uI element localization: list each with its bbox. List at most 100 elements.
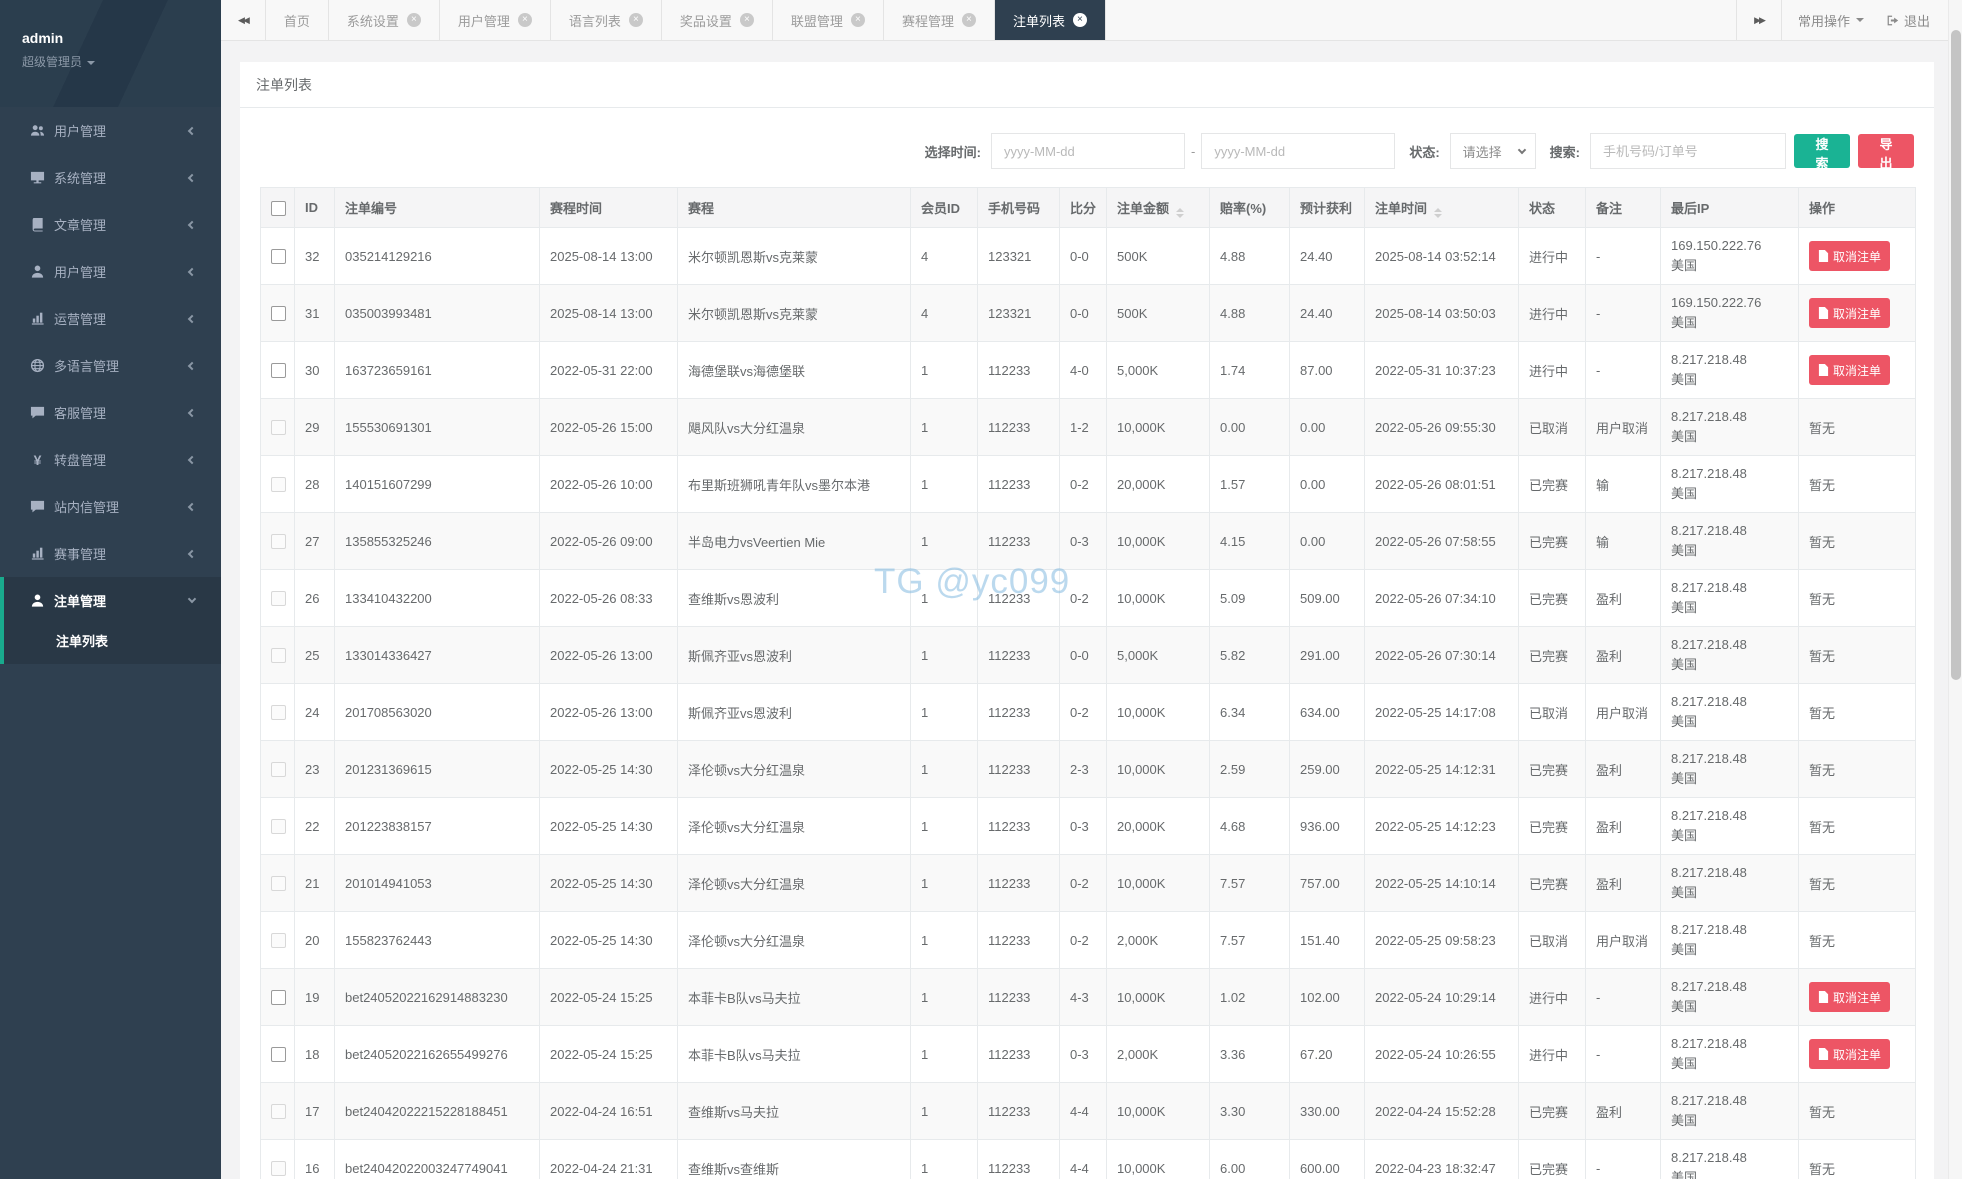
cell-order-time: 2022-05-25 14:10:14	[1365, 855, 1519, 912]
cell-score: 0-3	[1060, 1026, 1107, 1083]
column-header[interactable]: 注单金额	[1107, 188, 1210, 228]
ip-region: 美国	[1671, 1168, 1788, 1179]
sidebar-item-active[interactable]: 注单管理	[4, 577, 221, 624]
tab-item[interactable]: 系统设置×	[329, 0, 440, 40]
cell-id: 29	[295, 399, 335, 456]
sidebar-item[interactable]: ¥转盘管理	[0, 436, 221, 483]
sort-icon[interactable]	[1176, 208, 1184, 218]
select-all-checkbox[interactable]	[271, 201, 286, 216]
sidebar-active-section: 注单管理注单列表	[0, 577, 221, 664]
row-checkbox-cell	[261, 855, 295, 912]
cancel-order-button[interactable]: 取消注单	[1809, 1039, 1890, 1069]
cell-remark: 输	[1586, 456, 1661, 513]
cell-amount: 10,000K	[1107, 855, 1210, 912]
cell-id: 22	[295, 798, 335, 855]
tab-close-icon[interactable]: ×	[962, 13, 976, 27]
cell-match: 布里斯班狮吼青年队vs墨尔本港	[678, 456, 911, 513]
sidebar-item[interactable]: 站内信管理	[0, 483, 221, 530]
row-checkbox[interactable]	[271, 990, 286, 1005]
column-header[interactable]: 注单时间	[1365, 188, 1519, 228]
cell-order-time: 2022-05-25 14:12:23	[1365, 798, 1519, 855]
sidebar-item[interactable]: 用户管理	[0, 248, 221, 295]
no-action-label: 暂无	[1809, 478, 1835, 493]
row-checkbox	[271, 876, 286, 891]
tabs-scroll-left-button[interactable]: ◀◀	[221, 0, 266, 40]
row-checkbox[interactable]	[271, 363, 286, 378]
sidebar-item[interactable]: 客服管理	[0, 389, 221, 436]
tab-item[interactable]: 用户管理×	[440, 0, 551, 40]
row-checkbox[interactable]	[271, 249, 286, 264]
sidebar-item[interactable]: 文章管理	[0, 201, 221, 248]
cell-odds: 7.57	[1210, 912, 1290, 969]
cell-amount: 5,000K	[1107, 627, 1210, 684]
sidebar-item[interactable]: 运营管理	[0, 295, 221, 342]
ip-region: 美国	[1671, 598, 1788, 618]
cancel-order-button[interactable]: 取消注单	[1809, 298, 1890, 328]
cell-match-time: 2022-05-24 15:25	[540, 1026, 678, 1083]
cell-status: 已取消	[1519, 399, 1586, 456]
row-checkbox[interactable]	[271, 1047, 286, 1062]
row-checkbox-cell	[261, 342, 295, 399]
cell-odds: 4.88	[1210, 285, 1290, 342]
sidebar-item[interactable]: 用户管理	[0, 107, 221, 154]
tab-item[interactable]: 奖品设置×	[662, 0, 773, 40]
column-header: 比分	[1060, 188, 1107, 228]
sidebar-subitem[interactable]: 注单列表	[4, 624, 221, 664]
start-date-input[interactable]	[991, 133, 1185, 169]
tab-item[interactable]: 首页	[266, 0, 329, 40]
cell-phone: 112233	[978, 399, 1060, 456]
cell-id: 31	[295, 285, 335, 342]
column-header-label: 状态	[1529, 201, 1555, 216]
cell-last-ip: 8.217.218.48美国	[1661, 456, 1799, 513]
panel-body: 选择时间: - 状态: 请选择 搜索: 搜索 导出 ID注单	[240, 108, 1934, 1179]
chevron-left-icon	[188, 549, 196, 557]
sidebar-item[interactable]: 赛事管理	[0, 530, 221, 577]
common-actions-dropdown[interactable]: 常用操作	[1782, 0, 1880, 40]
tab-item[interactable]: 联盟管理×	[773, 0, 884, 40]
cell-match: 查维斯vs恩波利	[678, 570, 911, 627]
cell-phone: 112233	[978, 1083, 1060, 1140]
sidebar-item[interactable]: 多语言管理	[0, 342, 221, 389]
tab-close-icon[interactable]: ×	[1073, 13, 1087, 27]
cell-member-id: 1	[911, 513, 978, 570]
user-role-dropdown[interactable]: 超级管理员	[22, 53, 221, 70]
status-select[interactable]: 请选择	[1450, 133, 1536, 169]
export-button[interactable]: 导出	[1858, 134, 1914, 168]
tabs-scroll-right-button[interactable]: ▶▶	[1736, 0, 1782, 40]
tab-close-icon[interactable]: ×	[629, 13, 643, 27]
user-icon	[30, 264, 45, 279]
tab-close-icon[interactable]: ×	[740, 13, 754, 27]
cell-last-ip: 8.217.218.48美国	[1661, 741, 1799, 798]
cell-action: 暂无	[1799, 798, 1916, 855]
scrollbar-thumb[interactable]	[1951, 30, 1961, 680]
row-checkbox[interactable]	[271, 306, 286, 321]
ip-region: 美国	[1671, 1054, 1788, 1074]
search-button[interactable]: 搜索	[1794, 134, 1850, 168]
cancel-order-button[interactable]: 取消注单	[1809, 355, 1890, 385]
ip-address: 8.217.218.48	[1671, 977, 1788, 997]
tabbar-right: ▶▶ 常用操作 退出	[1736, 0, 1948, 40]
sidebar-item[interactable]: 系统管理	[0, 154, 221, 201]
cancel-order-button[interactable]: 取消注单	[1809, 241, 1890, 271]
status-select-value: 请选择	[1463, 142, 1502, 161]
cell-remark: 用户取消	[1586, 912, 1661, 969]
sidebar-item-label: 注单管理	[54, 591, 189, 610]
search-input[interactable]	[1590, 133, 1786, 169]
tab-close-icon[interactable]: ×	[518, 13, 532, 27]
sort-icon[interactable]	[1434, 208, 1442, 218]
cancel-order-button[interactable]: 取消注单	[1809, 982, 1890, 1012]
chevron-left-icon	[188, 361, 196, 369]
cell-match-time: 2025-08-14 13:00	[540, 228, 678, 285]
tab-item[interactable]: 语言列表×	[551, 0, 662, 40]
ip-region: 美国	[1671, 370, 1788, 390]
tab-item[interactable]: 赛程管理×	[884, 0, 995, 40]
tab-close-icon[interactable]: ×	[407, 13, 421, 27]
tab-active[interactable]: 注单列表×	[995, 0, 1106, 40]
logout-button[interactable]: 退出	[1880, 0, 1948, 40]
end-date-input[interactable]	[1201, 133, 1395, 169]
tab-close-icon[interactable]: ×	[851, 13, 865, 27]
cell-amount: 500K	[1107, 285, 1210, 342]
ip-address: 8.217.218.48	[1671, 692, 1788, 712]
column-header-label: 注单时间	[1375, 201, 1427, 216]
cell-action: 暂无	[1799, 855, 1916, 912]
